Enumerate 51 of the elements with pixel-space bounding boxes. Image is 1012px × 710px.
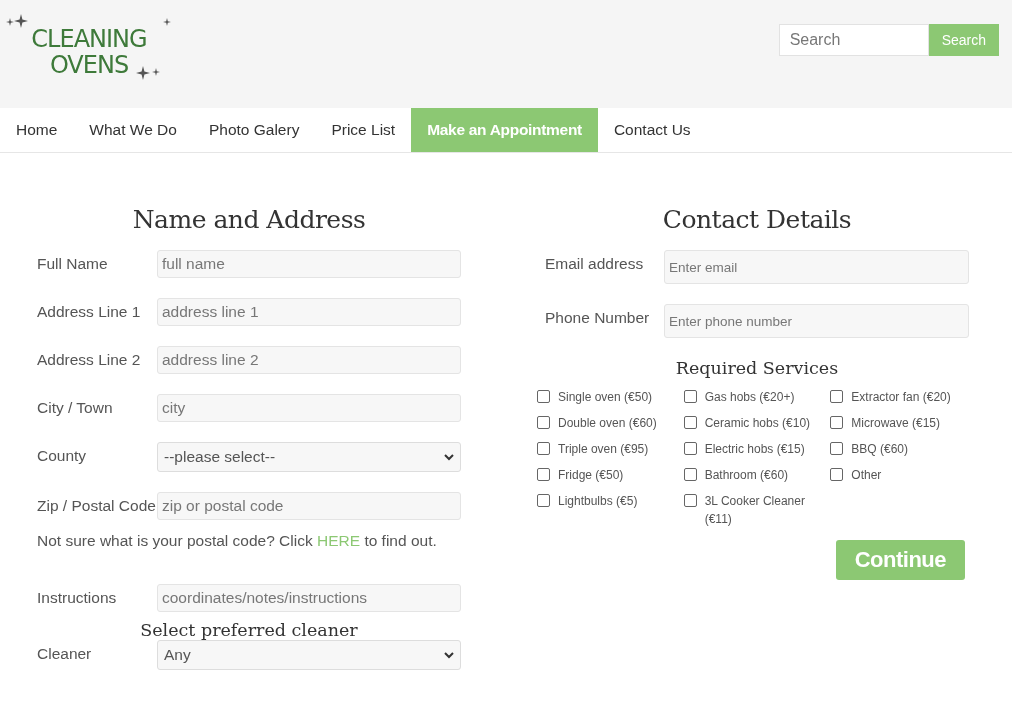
service-checkbox[interactable]: Extractor fan (€20) (830, 388, 977, 406)
service-checkbox[interactable]: 3L Cooker Cleaner (€11) (683, 492, 831, 528)
service-checkbox[interactable]: BBQ (€60) (830, 440, 977, 458)
nav-tab[interactable]: Contact Us (597, 108, 707, 152)
sparkle-icon (152, 68, 160, 76)
service-checkbox[interactable]: Electric hobs (€15) (683, 440, 831, 458)
service-checkbox[interactable]: Gas hobs (€20+) (683, 388, 831, 406)
text-field[interactable]: zip or postal code (157, 492, 461, 520)
nav-tab[interactable]: Photo Galery (192, 108, 316, 152)
service-checkbox[interactable]: Single oven (€50) (537, 388, 684, 406)
text-field[interactable]: Enter email (664, 250, 969, 284)
field-label: County (37, 446, 88, 466)
section-heading: Select preferred cleaner (139, 620, 359, 640)
nav-tab[interactable]: Price List (315, 108, 412, 152)
field-label: Address Line 2 (37, 350, 142, 370)
service-checkbox[interactable]: Ceramic hobs (€10) (683, 414, 831, 432)
service-checkbox[interactable]: Triple oven (€95) (537, 440, 684, 458)
text-field[interactable]: full name (157, 250, 461, 278)
search-field[interactable]: Search (778, 24, 929, 56)
service-checkbox[interactable]: Double oven (€60) (537, 414, 684, 432)
service-checkbox[interactable]: Microwave (€15) (830, 414, 977, 432)
field-label: Address Line 1 (37, 302, 142, 322)
field-label: Phone Number (545, 308, 651, 328)
service-checkbox[interactable]: Bathroom (€60) (683, 466, 831, 484)
hint-text: Not sure what is your postal code? Click HERE to find out. (37, 532, 438, 550)
chevron-down-icon (444, 651, 454, 659)
sparkle-icon (136, 66, 150, 80)
nav-tab[interactable]: What We Do (73, 108, 193, 152)
text-field[interactable]: address line 1 (157, 298, 461, 326)
section-heading: Contact Details (661, 205, 853, 234)
field-label: Instructions (37, 588, 118, 608)
text-field[interactable]: address line 2 (157, 346, 461, 374)
section-heading: Required Services (674, 358, 840, 378)
text-field[interactable]: city (157, 394, 461, 422)
field-label: Email address (545, 254, 645, 274)
text-field[interactable]: Enter phone number (664, 304, 969, 338)
service-checkbox[interactable]: Fridge (€50) (537, 466, 684, 484)
service-checkbox[interactable]: Lightbulbs (€5) (537, 492, 684, 510)
field-label: Zip / Postal Code (37, 496, 157, 516)
select-field[interactable]: Any (157, 640, 461, 670)
section-heading: Name and Address (131, 205, 367, 234)
text-field[interactable]: coordinates/notes/instructions (157, 584, 461, 612)
field-label: City / Town (37, 398, 114, 418)
field-label: Full Name (37, 254, 109, 274)
select-field[interactable]: --please select-- (157, 442, 461, 472)
service-checkbox[interactable]: Other (830, 466, 977, 484)
chevron-down-icon (444, 453, 454, 461)
nav-tab[interactable]: Home (0, 108, 74, 152)
field-label: Cleaner (37, 644, 93, 664)
sparkle-icon (163, 18, 171, 26)
logo[interactable]: CLEANING OVENS (6, 14, 172, 86)
